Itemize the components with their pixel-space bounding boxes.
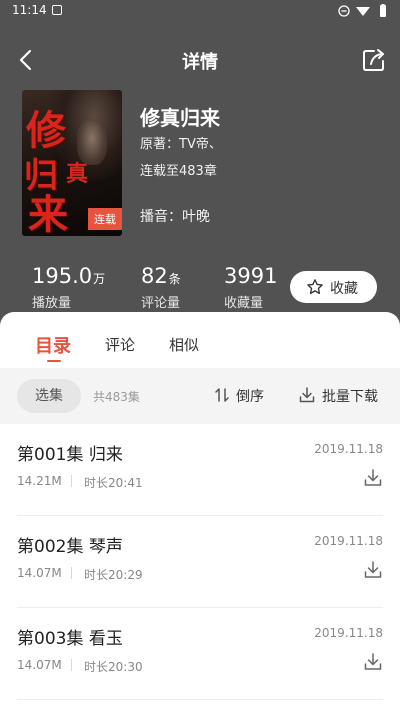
book-narrator: 播音：叶晚 [140, 209, 210, 225]
download-icon [299, 387, 315, 403]
sort-icon [215, 388, 229, 402]
content-sheet: 目录 评论 相似 选集 共483集 倒序 批量下载 第001集 归来 2019.… [0, 312, 400, 711]
stat-unit: 条 [168, 272, 181, 286]
nav-bar: 详情 [0, 38, 400, 82]
divider [71, 567, 72, 579]
episode-size: 14.07M [17, 566, 62, 580]
download-icon[interactable] [363, 468, 383, 488]
book-title: 修真归来 [140, 106, 220, 130]
download-icon[interactable] [363, 560, 383, 580]
favorite-label: 收藏 [330, 281, 358, 297]
book-header-area: 11:14 详情 修 真 归 来 连载 修真归来 原著：TV帝、 连载至483章… [0, 0, 400, 340]
stat-label: 播放量 [32, 296, 72, 311]
episode-item[interactable]: 第003集 看玉 2019.11.18 14.07M 时长20:30 [17, 608, 383, 700]
select-episodes-button[interactable]: 选集 [17, 379, 81, 413]
stat-comments: 82条 评论量 [141, 264, 181, 311]
status-icons [338, 4, 386, 17]
episode-date: 2019.11.18 [314, 534, 383, 548]
episode-size: 14.07M [17, 658, 62, 672]
share-button[interactable] [360, 46, 388, 74]
episode-title: 第002集 琴声 [17, 537, 123, 557]
batch-download-label: 批量下载 [322, 389, 378, 405]
episode-title: 第003集 看玉 [17, 629, 123, 649]
page-title: 详情 [182, 52, 218, 73]
notification-icon [52, 5, 62, 15]
episode-duration: 时长20:30 [84, 660, 143, 674]
book-cover[interactable]: 修 真 归 来 连载 [22, 90, 122, 236]
episode-date: 2019.11.18 [314, 626, 383, 640]
cover-title-char: 来 [28, 191, 68, 236]
stat-favorites: 3991 收藏量 [224, 264, 277, 311]
row-divider [17, 699, 383, 700]
episode-item[interactable]: 第002集 琴声 2019.11.18 14.07M 时长20:29 [17, 516, 383, 608]
book-author: 原著：TV帝、 [140, 137, 222, 152]
tab-catalog[interactable]: 目录 [35, 332, 71, 358]
sort-label: 倒序 [236, 389, 264, 405]
favorite-button[interactable]: 收藏 [290, 271, 377, 303]
episode-item[interactable]: 第001集 归来 2019.11.18 14.21M 时长20:41 [17, 424, 383, 516]
episode-count: 共483集 [93, 390, 140, 404]
tab-similar[interactable]: 相似 [169, 334, 199, 355]
episode-duration: 时长20:29 [84, 568, 143, 582]
episode-toolbar: 选集 共483集 倒序 批量下载 [0, 368, 400, 424]
stat-value: 3991 [224, 264, 278, 288]
stat-value: 82 [141, 264, 168, 288]
episode-size: 14.21M [17, 474, 62, 488]
divider [71, 475, 72, 487]
serial-badge: 连载 [88, 208, 122, 230]
share-icon [363, 49, 384, 71]
stat-label: 评论量 [141, 296, 181, 311]
stat-value: 195.0 [32, 264, 93, 288]
download-icon[interactable] [363, 652, 383, 672]
cover-title-char: 真 [66, 161, 89, 187]
episode-duration: 时长20:41 [84, 476, 143, 490]
stat-plays: 195.0万 播放量 [32, 264, 105, 311]
episode-title: 第001集 归来 [17, 445, 123, 465]
tab-indicator [47, 360, 61, 362]
episode-date: 2019.11.18 [314, 442, 383, 456]
star-icon [307, 279, 323, 295]
stat-label: 收藏量 [224, 296, 264, 311]
status-bar: 11:14 [0, 0, 400, 22]
divider [71, 659, 72, 671]
tab-comments[interactable]: 评论 [105, 334, 135, 355]
book-progress: 连载至483章 [140, 164, 217, 179]
stat-unit: 万 [93, 272, 106, 286]
status-time: 11:14 [12, 3, 47, 17]
